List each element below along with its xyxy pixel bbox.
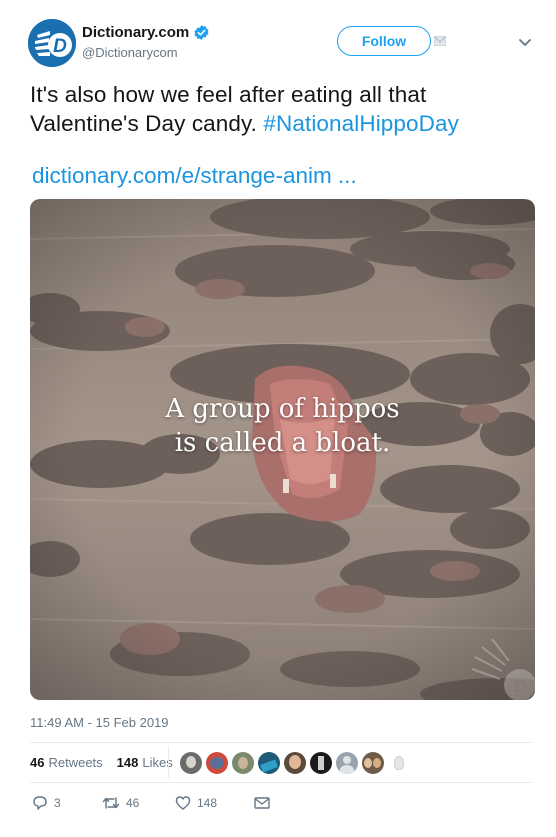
direct-message-button[interactable] [254,796,270,810]
retweet-count: 46 [126,796,140,810]
avatar[interactable]: D [28,19,76,67]
divider [30,782,533,783]
image-caption: A group of hippos is called a bloat. [30,392,535,460]
name-row: Dictionary.com [82,24,210,41]
hashtag-link[interactable]: #NationalHippoDay [263,111,459,136]
dictionary-logo-icon: D [28,19,76,67]
envelope-icon[interactable] [434,36,446,46]
tweet-image[interactable]: D A group of hippos is called a bloat. [30,199,535,700]
retweets-label: Retweets [48,754,103,770]
like-count: 148 [197,796,218,810]
divider [168,746,169,778]
liker-avatar[interactable] [284,752,306,774]
liker-avatar[interactable] [310,752,332,774]
display-name[interactable]: Dictionary.com [82,24,189,41]
image-caption-line: A group of hippos [165,394,400,424]
url-link[interactable]: dictionary.com/e/strange-anim ... [32,163,357,189]
liker-avatar[interactable] [206,752,228,774]
divider [30,742,533,743]
follow-button[interactable]: Follow [337,26,431,56]
likes-stat[interactable]: 148 Likes [117,755,173,770]
tweet-text-line: It's also how we feel after eating all t… [30,82,427,107]
retweet-icon [102,797,120,809]
chevron-down-icon[interactable] [518,38,532,48]
liker-avatar[interactable] [362,752,384,774]
envelope-icon [254,797,270,809]
retweets-count: 46 [30,754,45,770]
svg-text:D: D [53,36,67,57]
tweet-text: It's also how we feel after eating all t… [30,80,530,138]
image-caption-line: is called a bloat. [174,428,391,458]
liker-avatars [180,752,414,774]
verified-badge-icon [194,25,209,40]
heart-icon [175,796,191,810]
retweets-stat[interactable]: 46 Retweets [30,755,103,770]
tweet-stats: 46 Retweets 148 Likes [30,744,187,780]
liker-avatar[interactable] [258,752,280,774]
liker-avatar[interactable] [180,752,202,774]
tweet-text-line: Valentine's Day candy. #NationalHippoDay [30,109,530,138]
reply-count: 3 [54,796,61,810]
liker-avatar[interactable] [232,752,254,774]
reply-icon [33,796,47,810]
timestamp[interactable]: 11:49 AM - 15 Feb 2019 [30,715,169,730]
like-button[interactable]: 148 [175,795,254,811]
tweet-header: D Dictionary.com @Dictionarycom Follow [0,0,556,80]
handle[interactable]: @Dictionarycom [82,45,178,60]
tweet-text-fragment: Valentine's Day candy. [30,111,264,136]
likes-count: 148 [116,754,139,770]
liker-avatar[interactable] [388,752,410,774]
liker-avatar[interactable] [336,752,358,774]
retweet-button[interactable]: 46 [102,795,175,811]
tweet-actions: 3 46 148 [32,795,270,811]
reply-button[interactable]: 3 [32,795,102,811]
